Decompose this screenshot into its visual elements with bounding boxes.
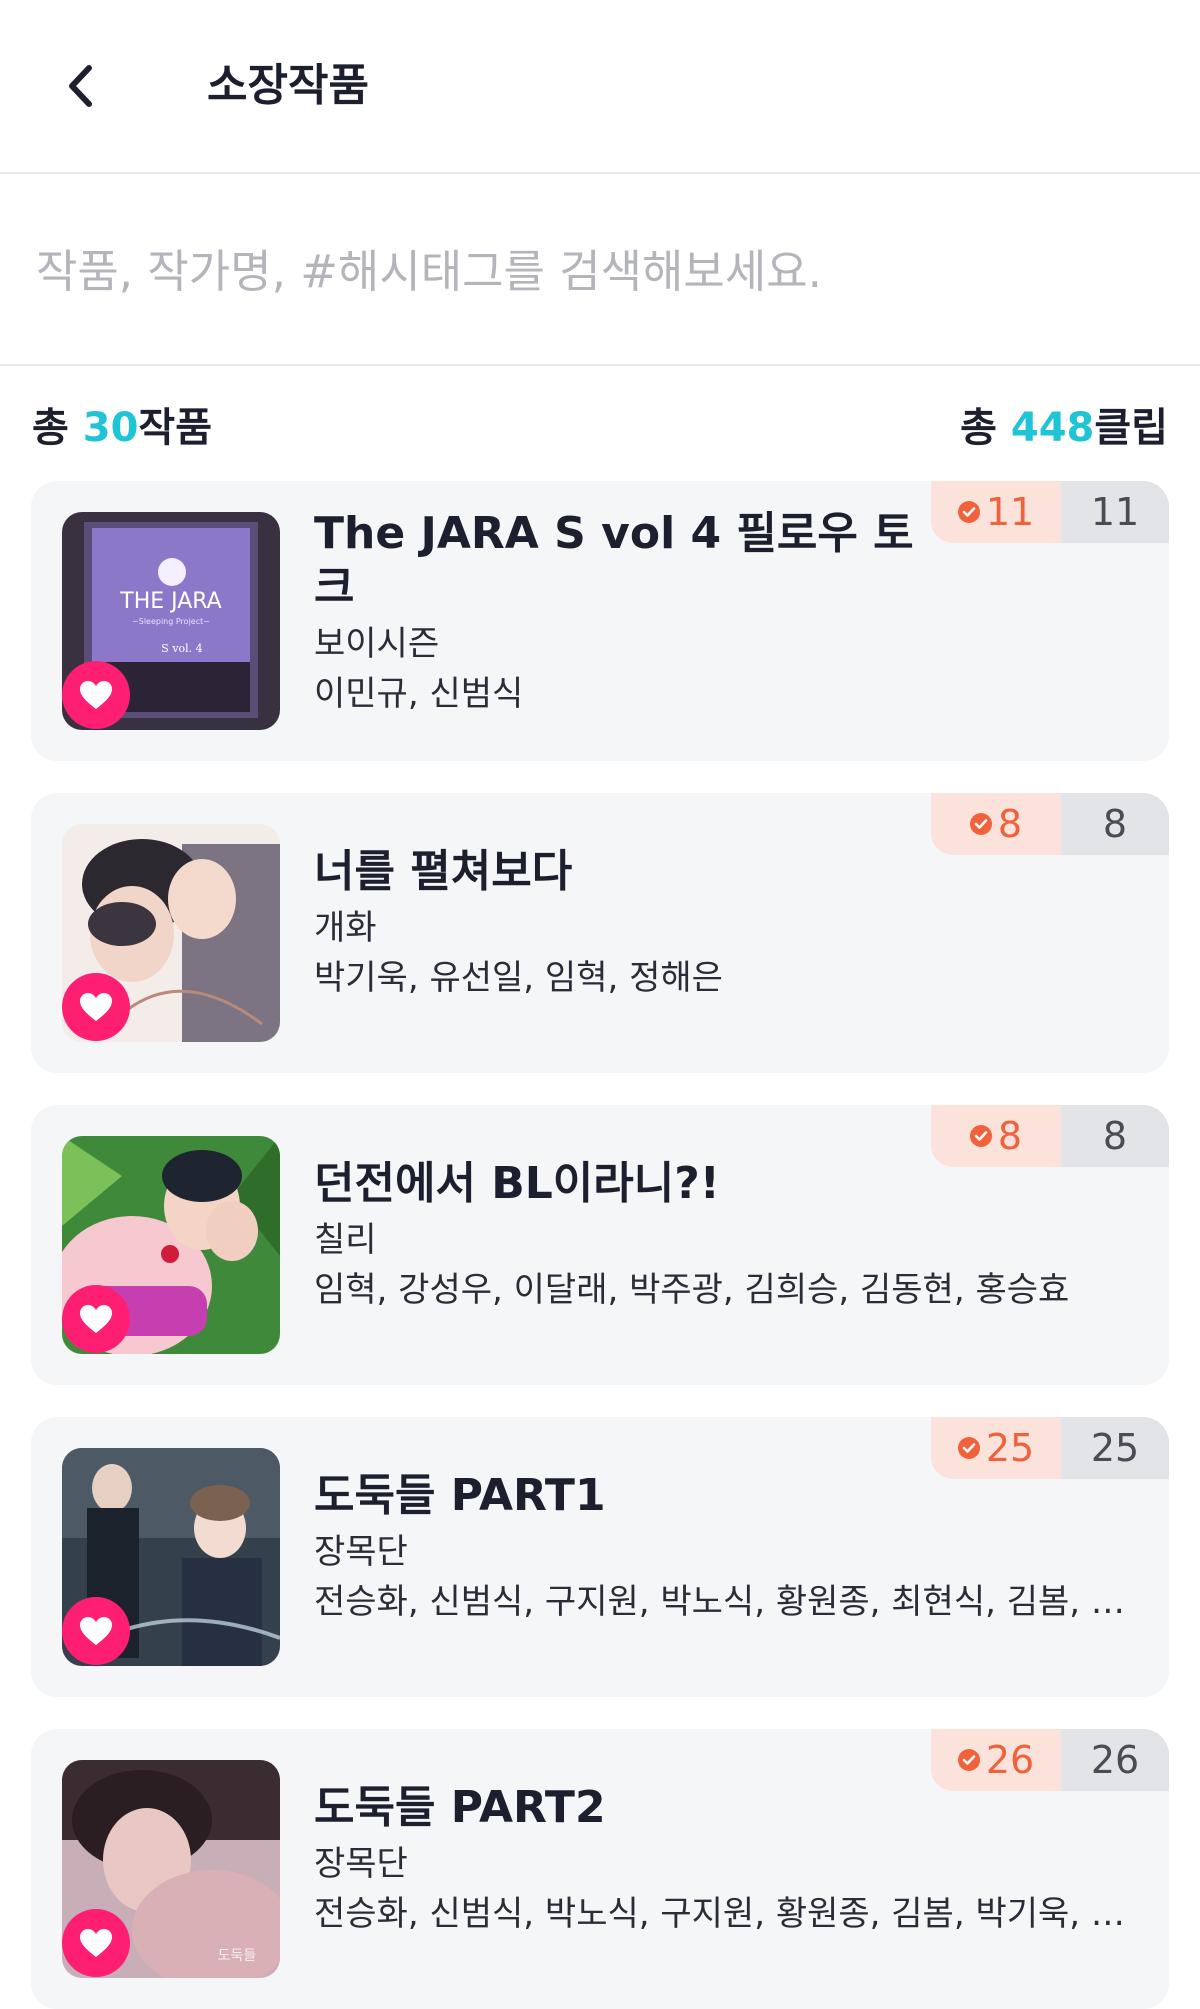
cover-subtitle: ~Sleeping Project~: [132, 617, 210, 626]
work-publisher: 개화: [314, 908, 377, 948]
work-info: 너를 펼쳐보다 개화 박기욱, 유선일, 임혁, 정해은: [314, 845, 934, 1003]
work-card[interactable]: 던전에서 BL이라니?! 칠리 임혁, 강성우, 이달래, 박주광, 김희승, …: [31, 1105, 1169, 1385]
episode-badge: 26 26: [931, 1729, 1169, 1791]
app-header: 소장작품: [0, 0, 1200, 174]
work-authors: 이민규, 신범식: [314, 674, 524, 714]
work-info: 던전에서 BL이라니?! 칠리 임혁, 강성우, 이달래, 박주광, 김희승, …: [314, 1157, 1069, 1315]
work-info: The JARA S vol 4 필로우 토크 보이시즌 이민규, 신범식: [314, 507, 934, 719]
check-icon: [969, 1125, 992, 1147]
owned-count: 25: [931, 1417, 1061, 1479]
owned-value: 8: [997, 802, 1023, 846]
work-authors: 전승화, 신범식, 박노식, 구지원, 황원종, 김봄, 박기욱, …: [314, 1894, 1125, 1934]
work-title: 던전에서 BL이라니?!: [314, 1158, 720, 1209]
work-authors: 임혁, 강성우, 이달래, 박주광, 김희승, 김동현, 홍승효: [314, 1270, 1070, 1310]
owned-value: 11: [985, 490, 1035, 534]
heart-icon: [80, 1929, 112, 1957]
clips-suffix: 클립: [1094, 405, 1168, 451]
works-prefix: 총: [32, 405, 83, 451]
owned-count: 11: [931, 481, 1061, 543]
like-button[interactable]: [62, 661, 130, 729]
work-card[interactable]: 도둑들 도둑들 PART2 장목단 전승화, 신범식, 박노식, 구지원, 황원…: [31, 1729, 1169, 2009]
episode-badge: 8 8: [931, 793, 1169, 855]
cover-title: 도둑들: [218, 1948, 257, 1964]
owned-count: 8: [931, 1105, 1061, 1167]
clips-prefix: 총: [960, 405, 1011, 451]
heart-icon: [80, 1305, 112, 1333]
work-publisher: 장목단: [314, 1532, 408, 1572]
owned-value: 26: [985, 1738, 1035, 1782]
search-bar: [0, 176, 1200, 366]
cover-title: THE JARA: [119, 589, 221, 614]
work-card[interactable]: 도둑들 PART1 장목단 전승화, 신범식, 구지원, 박노식, 황원종, 최…: [31, 1417, 1169, 1697]
cover-volume: S vol. 4: [161, 642, 202, 655]
like-button[interactable]: [62, 1285, 130, 1353]
work-authors: 박기욱, 유선일, 임혁, 정해은: [314, 958, 723, 998]
works-count: 30: [82, 405, 139, 451]
heart-icon: [80, 681, 112, 709]
like-button[interactable]: [62, 1597, 130, 1665]
check-icon: [957, 1749, 980, 1771]
work-title: 도둑들 PART2: [314, 1782, 606, 1833]
work-publisher: 보이시즌: [314, 624, 440, 664]
total-count: 11: [1061, 481, 1169, 543]
work-card[interactable]: THE JARA ~Sleeping Project~ S vol. 4 The…: [31, 481, 1169, 761]
work-card[interactable]: 너를 펼쳐보다 개화 박기욱, 유선일, 임혁, 정해은 8 8: [31, 793, 1169, 1073]
work-info: 도둑들 PART1 장목단 전승화, 신범식, 구지원, 박노식, 황원종, 최…: [314, 1469, 1125, 1627]
work-publisher: 장목단: [314, 1844, 408, 1884]
page-title: 소장작품: [207, 60, 369, 111]
work-info: 도둑들 PART2 장목단 전승화, 신범식, 박노식, 구지원, 황원종, 김…: [314, 1781, 1125, 1939]
search-input[interactable]: [36, 236, 1156, 306]
heart-icon: [80, 1617, 112, 1645]
owned-value: 8: [997, 1114, 1023, 1158]
work-publisher: 칠리: [314, 1220, 377, 1260]
like-button[interactable]: [62, 1909, 130, 1977]
total-count: 25: [1061, 1417, 1169, 1479]
clips-count: 448: [1010, 405, 1095, 451]
check-icon: [969, 813, 992, 835]
like-button[interactable]: [62, 973, 130, 1041]
works-total: 총 30작품: [32, 395, 212, 453]
chevron-left-icon: [69, 65, 92, 107]
library-summary: 총 30작품 총 448클립: [0, 395, 1200, 455]
owned-count: 8: [931, 793, 1061, 855]
check-icon: [957, 501, 980, 523]
owned-value: 25: [985, 1426, 1035, 1470]
work-title: 너를 펼쳐보다: [314, 846, 573, 897]
work-title: The JARA S vol 4 필로우 토크: [314, 508, 914, 613]
work-title: 도둑들 PART1: [314, 1470, 606, 1521]
episode-badge: 8 8: [931, 1105, 1169, 1167]
total-count: 26: [1061, 1729, 1169, 1791]
episode-badge: 11 11: [931, 481, 1169, 543]
owned-count: 26: [931, 1729, 1061, 1791]
total-count: 8: [1061, 1105, 1169, 1167]
back-button[interactable]: [52, 58, 108, 114]
episode-badge: 25 25: [931, 1417, 1169, 1479]
work-authors: 전승화, 신범식, 구지원, 박노식, 황원종, 최현식, 김봄, …: [314, 1582, 1125, 1622]
total-count: 8: [1061, 793, 1169, 855]
works-suffix: 작품: [138, 405, 213, 451]
clips-total: 총 448클립: [960, 395, 1168, 453]
check-icon: [957, 1437, 980, 1459]
heart-icon: [80, 993, 112, 1021]
